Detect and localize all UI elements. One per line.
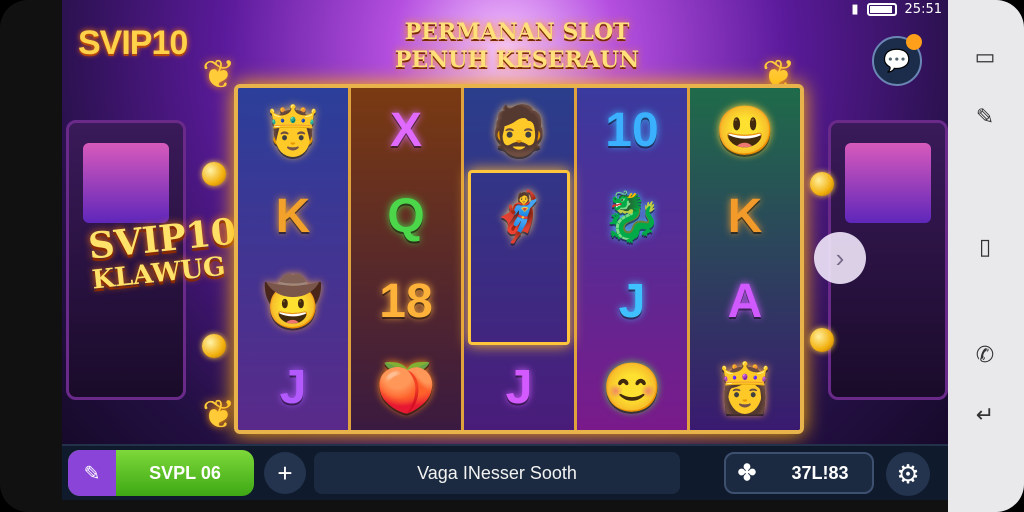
- symbol-glyph: J: [279, 360, 307, 414]
- reel-symbol-K: K: [690, 174, 800, 260]
- reel-3: 🧔 🦸 J: [464, 88, 577, 430]
- back-icon[interactable]: ↵: [970, 400, 1000, 430]
- bottom-bar: ✎ SVPL 06 + Vaga INesser Sooth ✤ 37L!83 …: [62, 444, 948, 500]
- next-arrow-button[interactable]: ›: [814, 232, 866, 284]
- symbol-glyph: 10: [605, 104, 659, 158]
- add-button[interactable]: +: [264, 452, 306, 494]
- reel-symbol-J: J: [464, 345, 574, 431]
- side-promo: SVIP10 KLAWUG: [86, 210, 241, 297]
- reel-symbol-A: A: [690, 259, 800, 345]
- symbol-glyph: 18: [379, 275, 433, 329]
- symbol-glyph: 😊: [602, 361, 662, 415]
- ornament-icon: ❦: [202, 53, 236, 97]
- symbol-glyph: 🧔: [489, 105, 549, 159]
- credit-display[interactable]: ✤ 37L!83: [724, 452, 874, 494]
- coin-icon: [202, 334, 226, 358]
- settings-button[interactable]: ⚙: [886, 452, 930, 496]
- reel-symbol-Q: Q: [351, 174, 461, 260]
- status-time: 25:51: [904, 2, 942, 17]
- chat-button[interactable]: 💬: [872, 34, 922, 86]
- status-bar: ▮ 25:51: [851, 2, 942, 17]
- plus-icon: +: [277, 457, 293, 488]
- reel-5: 😃 K A 👸: [690, 88, 800, 430]
- gear-icon: ⚙: [896, 458, 920, 489]
- ornament-icon: ❦: [202, 393, 236, 437]
- brand-logo: SVIP10: [78, 24, 188, 62]
- symbol-glyph: 🍑: [376, 361, 436, 415]
- symbol-glyph: K: [275, 189, 311, 243]
- slot-reels[interactable]: 🤴 K 🤠 J X Q 18 🍑 🧔 🦸 J 10 🐉 J 😊 😃 K A 👸: [234, 84, 804, 434]
- symbol-glyph: J: [505, 360, 533, 414]
- device-frame: ▮ 25:51 SVIP10 PERMANAN SLOT PENUH KESER…: [0, 0, 1024, 512]
- signal-icon: ▮: [851, 2, 859, 17]
- reel-symbol-peach: 🍑: [351, 345, 461, 431]
- title-banner: PERMANAN SLOT PENUH KESERAUN: [392, 18, 642, 74]
- chat-bubble-icon: 💬: [883, 48, 911, 73]
- symbol-glyph: 🐉: [602, 190, 662, 244]
- symbol-glyph: 🤴: [263, 105, 323, 159]
- reel-symbol-X: X: [351, 88, 461, 174]
- coin-icon: [202, 162, 226, 186]
- home-icon[interactable]: ▯: [970, 232, 1000, 262]
- reel-symbol-viking: 🧔: [464, 88, 574, 174]
- symbol-glyph: 👸: [715, 361, 775, 415]
- symbol-glyph: X: [389, 104, 422, 158]
- symbol-glyph: Q: [387, 189, 425, 243]
- system-side-bar: ▭ ✎ ▯ ✆ ↵: [948, 0, 1024, 512]
- symbol-glyph: K: [727, 189, 763, 243]
- notification-dot: [906, 34, 922, 50]
- reel-symbol-cowboy: 🤠: [238, 259, 348, 345]
- reel-symbol-K: K: [238, 174, 348, 260]
- game-screen: ▮ 25:51 SVIP10 PERMANAN SLOT PENUH KESER…: [62, 0, 948, 500]
- ticket-icon: ✎: [68, 450, 116, 496]
- symbol-glyph: A: [727, 275, 763, 329]
- banner-line-1: PERMANAN SLOT: [404, 19, 630, 45]
- reel-symbol-viking: 👸: [690, 345, 800, 431]
- banner-line-2: PENUH KESERAUN: [394, 47, 640, 73]
- battery-icon: [866, 3, 897, 16]
- phone-icon[interactable]: ✆: [970, 340, 1000, 370]
- chevron-right-icon: ›: [835, 242, 845, 273]
- symbol-glyph: 🤠: [263, 276, 323, 330]
- credit-value: 37L!83: [791, 462, 849, 483]
- message-field: Vaga INesser Sooth: [314, 452, 680, 494]
- reel-symbol-viking: 🤴: [238, 88, 348, 174]
- symbol-glyph: J: [618, 275, 646, 329]
- bet-button[interactable]: ✎ SVPL 06: [68, 450, 254, 496]
- reel-symbol-10: 10: [577, 88, 687, 174]
- reel-symbol-sun: 😃: [690, 88, 800, 174]
- reel-1: 🤴 K 🤠 J: [238, 88, 351, 430]
- reel-symbol-J: J: [238, 345, 348, 431]
- reel-symbol-dragon: 🐉: [577, 174, 687, 260]
- reel-symbol-18: 18: [351, 259, 461, 345]
- reel-2: X Q 18 🍑: [351, 88, 464, 430]
- coin-icon: [810, 172, 834, 196]
- coin-icon: [810, 328, 834, 352]
- recent-apps-icon[interactable]: ▭: [970, 42, 1000, 72]
- reel-4: 10 🐉 J 😊: [577, 88, 690, 430]
- symbol-glyph: 😃: [715, 105, 775, 159]
- reel-symbol-J: J: [577, 259, 687, 345]
- chip-icon: ✤: [737, 460, 757, 485]
- bet-label: SVPL 06: [149, 462, 221, 483]
- reel-symbol-hero2: [464, 259, 574, 345]
- edit-icon[interactable]: ✎: [970, 102, 1000, 132]
- reel-symbol-smile: 😊: [577, 345, 687, 431]
- reel-symbol-hero: 🦸: [464, 169, 574, 345]
